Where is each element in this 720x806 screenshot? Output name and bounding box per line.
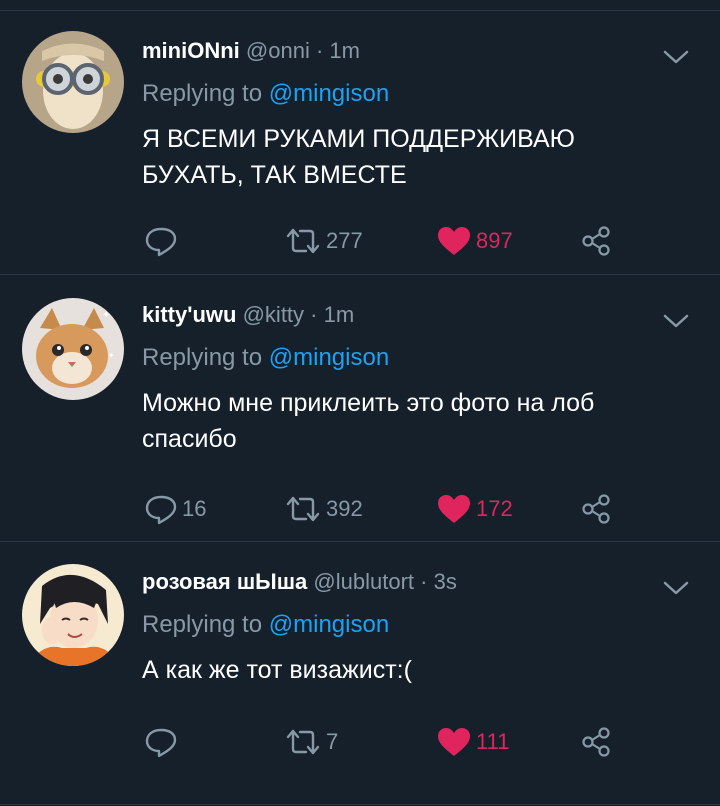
like-count: 111 <box>476 729 510 754</box>
timestamp[interactable]: 1m <box>329 38 360 63</box>
like-heart-icon <box>438 227 470 255</box>
share-button[interactable] <box>580 223 612 259</box>
separator: · <box>310 302 318 327</box>
like-count: 172 <box>476 496 513 521</box>
share-icon <box>582 226 610 256</box>
like-count: 897 <box>476 228 513 253</box>
retweet-button[interactable]: 392 <box>284 491 363 527</box>
like-heart-icon <box>438 728 470 756</box>
reply-button[interactable]: 16 <box>144 491 206 527</box>
svg-text:✦: ✦ <box>102 310 110 321</box>
chevron-down-icon[interactable] <box>662 47 690 67</box>
tweet[interactable]: розовая шЫша @lublutort · 3s Replying to… <box>0 542 720 805</box>
display-name[interactable]: miniONni <box>142 38 240 63</box>
retweet-button[interactable]: 277 <box>284 223 363 259</box>
reply-icon <box>145 728 177 758</box>
retweet-icon <box>286 496 320 522</box>
tweet-actions: 7 111 <box>142 724 622 760</box>
replying-to: Replying to @mingison <box>142 79 680 109</box>
svg-text:✦: ✦ <box>108 351 115 360</box>
replying-to: Replying to @mingison <box>142 343 680 373</box>
replying-to-label: Replying to <box>142 611 263 638</box>
mention-link[interactable]: @mingison <box>269 344 389 371</box>
timestamp[interactable]: 3s <box>434 569 457 594</box>
share-button[interactable] <box>580 724 612 760</box>
retweet-icon <box>286 228 320 254</box>
replying-to-label: Replying to <box>142 344 263 371</box>
tweet-header: miniONni @onni · 1m <box>142 37 680 65</box>
reply-icon <box>145 495 177 525</box>
share-icon <box>582 494 610 524</box>
tweet-text: А как же тот визажист:( <box>142 652 680 688</box>
mention-link[interactable]: @mingison <box>269 80 389 107</box>
reply-button[interactable] <box>144 724 182 760</box>
reply-icon <box>145 227 177 257</box>
separator: · <box>315 38 324 63</box>
tweet[interactable]: miniONni @onni · 1m Replying to @mingiso… <box>0 11 720 275</box>
user-handle[interactable]: @onni <box>246 38 310 63</box>
replying-to-label: Replying to <box>142 80 263 107</box>
retweet-count: 7 <box>326 729 339 754</box>
avatar[interactable]: ✦ ✦ <box>22 298 124 400</box>
share-icon <box>582 727 610 757</box>
timestamp[interactable]: 1m <box>324 302 355 327</box>
like-heart-icon <box>438 495 470 523</box>
tweet-text-line: Можно мне приклеить это фото на лоб <box>142 389 595 417</box>
tweet-header: kitty'uwu @kitty · 1m <box>142 301 680 329</box>
mention-link[interactable]: @mingison <box>269 611 389 638</box>
tweet-text-line: Я ВСЕМИ РУКАМИ ПОДДЕРЖИВАЮ <box>142 125 575 153</box>
tweet-text-line: А как же тот визажист:( <box>142 656 412 684</box>
tweet[interactable]: ✦ ✦ kitty'uwu @kitty · 1m Replying to @m… <box>0 275 720 542</box>
display-name[interactable]: розовая шЫша <box>142 569 307 594</box>
avatar[interactable] <box>22 564 124 666</box>
like-button[interactable]: 172 <box>436 491 513 527</box>
user-handle[interactable]: @kitty <box>243 302 304 327</box>
share-button[interactable] <box>580 491 612 527</box>
replying-to: Replying to @mingison <box>142 610 680 640</box>
reply-count: 16 <box>182 496 207 521</box>
tweet-actions: 16 392 172 <box>142 491 622 527</box>
chevron-down-icon[interactable] <box>662 311 690 331</box>
avatar[interactable] <box>22 31 124 133</box>
reply-button[interactable] <box>144 223 182 259</box>
tweet-actions: 277 897 <box>142 223 622 259</box>
retweet-count: 392 <box>326 496 363 521</box>
tweet-text: Я ВСЕМИ РУКАМИ ПОДДЕРЖИВАЮ БУХАТЬ, ТАК В… <box>142 121 680 193</box>
separator: · <box>420 569 428 594</box>
retweet-count: 277 <box>326 228 363 253</box>
chevron-down-icon[interactable] <box>662 578 690 598</box>
tweet-text: Можно мне приклеить это фото на лоб спас… <box>142 385 680 457</box>
like-button[interactable]: 897 <box>436 223 513 259</box>
tweet-text-line: спасибо <box>142 425 237 453</box>
user-handle[interactable]: @lublutort <box>313 569 414 594</box>
display-name[interactable]: kitty'uwu <box>142 302 236 327</box>
tweet-text-line: БУХАТЬ, ТАК ВМЕСТЕ <box>142 161 407 189</box>
reply-feed: miniONni @onni · 1m Replying to @mingiso… <box>0 0 720 806</box>
retweet-icon <box>286 729 320 755</box>
tweet-header: розовая шЫша @lublutort · 3s <box>142 568 680 596</box>
like-button[interactable]: 111 <box>436 724 509 760</box>
retweet-button[interactable]: 7 <box>284 724 338 760</box>
